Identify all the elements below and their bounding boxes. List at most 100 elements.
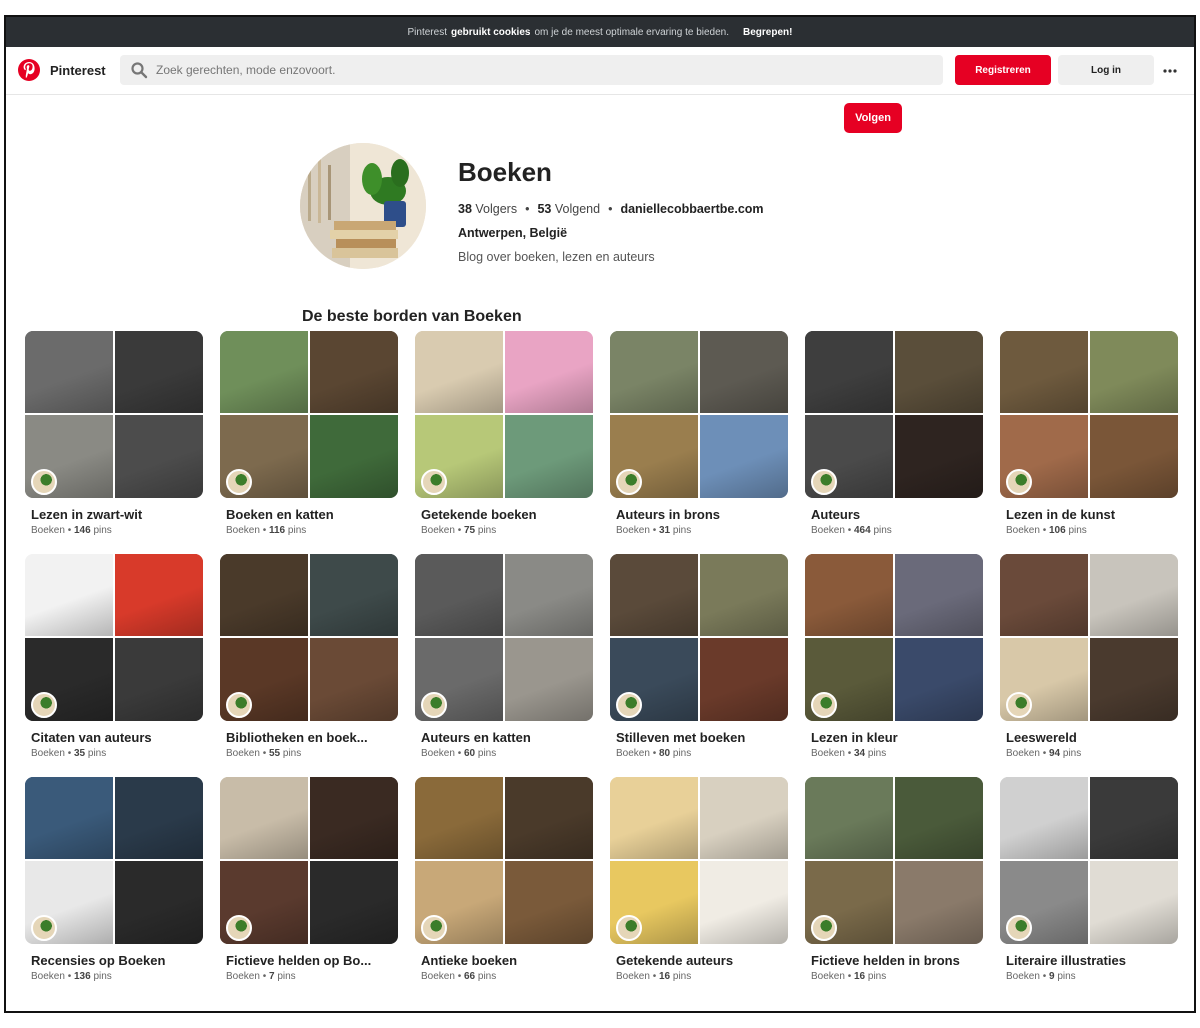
board-title[interactable]: Fictieve helden in brons bbox=[811, 953, 960, 968]
following-count[interactable]: 53 bbox=[537, 202, 551, 216]
board-cover-image bbox=[700, 415, 788, 498]
followers-label[interactable]: Volgers bbox=[475, 202, 517, 216]
board-owner: Boeken bbox=[616, 525, 650, 536]
board-card[interactable]: Lezen in zwart-wit Boeken • 146 pins bbox=[25, 331, 203, 539]
board-card[interactable]: Auteurs en katten Boeken • 60 pins bbox=[415, 554, 593, 762]
board-card[interactable]: Antieke boeken Boeken • 66 pins bbox=[415, 777, 593, 985]
board-card[interactable]: Getekende boeken Boeken • 75 pins bbox=[415, 331, 593, 539]
board-title[interactable]: Recensies op Boeken bbox=[31, 953, 165, 968]
board-owner: Boeken bbox=[1006, 748, 1040, 759]
board-card[interactable]: Auteurs Boeken • 464 pins bbox=[805, 331, 983, 539]
board-cover[interactable] bbox=[805, 331, 983, 498]
board-title[interactable]: Lezen in kleur bbox=[811, 730, 898, 745]
board-card[interactable]: Literaire illustraties Boeken • 9 pins bbox=[1000, 777, 1178, 985]
board-title[interactable]: Antieke boeken bbox=[421, 953, 517, 968]
search-input[interactable] bbox=[156, 63, 916, 77]
board-title[interactable]: Fictieve helden op Bo... bbox=[226, 953, 371, 968]
board-cover[interactable] bbox=[610, 554, 788, 721]
pinterest-logo-icon[interactable] bbox=[18, 59, 40, 81]
board-card[interactable]: Getekende auteurs Boeken • 16 pins bbox=[610, 777, 788, 985]
board-title[interactable]: Auteurs bbox=[811, 507, 860, 522]
board-meta: Boeken • 9 pins bbox=[1006, 971, 1076, 982]
board-card[interactable]: Boeken en katten Boeken • 116 pins bbox=[220, 331, 398, 539]
register-button[interactable]: Registreren bbox=[955, 55, 1051, 85]
board-cover-image bbox=[1090, 554, 1178, 636]
more-dots-icon[interactable] bbox=[1160, 61, 1180, 81]
board-pins-label: pins bbox=[87, 748, 107, 759]
cookie-accept-link[interactable]: Begrepen! bbox=[743, 27, 792, 38]
board-card[interactable]: Lezen in de kunst Boeken • 106 pins bbox=[1000, 331, 1178, 539]
board-title[interactable]: Literaire illustraties bbox=[1006, 953, 1126, 968]
board-cover[interactable] bbox=[220, 331, 398, 498]
board-card[interactable]: Fictieve helden in brons Boeken • 16 pins bbox=[805, 777, 983, 985]
profile-location: Antwerpen, België bbox=[458, 226, 568, 240]
board-title[interactable]: Getekende boeken bbox=[421, 507, 537, 522]
board-owner: Boeken bbox=[811, 748, 845, 759]
board-title[interactable]: Bibliotheken en boek... bbox=[226, 730, 368, 745]
board-card[interactable]: Lezen in kleur Boeken • 34 pins bbox=[805, 554, 983, 762]
board-card[interactable]: Fictieve helden op Bo... Boeken • 7 pins bbox=[220, 777, 398, 985]
board-title[interactable]: Auteurs en katten bbox=[421, 730, 531, 745]
board-pin-count: 9 bbox=[1048, 971, 1055, 982]
profile-stats: 38 Volgers • 53 Volgend • daniellecobbaertbe… bbox=[458, 202, 764, 216]
board-card[interactable]: Bibliotheken en boek... Boeken • 55 pins bbox=[220, 554, 398, 762]
board-meta-separator: • bbox=[649, 971, 659, 982]
website-link[interactable]: daniellecobbaertbe.com bbox=[620, 202, 763, 216]
board-card[interactable]: Auteurs in brons Boeken • 31 pins bbox=[610, 331, 788, 539]
board-title[interactable]: Lezen in de kunst bbox=[1006, 507, 1115, 522]
board-cover[interactable] bbox=[610, 331, 788, 498]
board-cover[interactable] bbox=[220, 777, 398, 944]
section-title: De beste borden van Boeken bbox=[302, 308, 522, 325]
board-cover[interactable] bbox=[1000, 331, 1178, 498]
board-meta: Boeken • 60 pins bbox=[421, 748, 496, 759]
board-pins-label: pins bbox=[477, 971, 497, 982]
board-cover[interactable] bbox=[1000, 554, 1178, 721]
board-pins-label: pins bbox=[672, 971, 692, 982]
following-label[interactable]: Volgend bbox=[555, 202, 600, 216]
board-cover[interactable] bbox=[415, 777, 593, 944]
board-cover-image bbox=[505, 777, 593, 859]
followers-count[interactable]: 38 bbox=[458, 202, 472, 216]
board-cover-image bbox=[610, 331, 698, 413]
board-owner: Boeken bbox=[226, 971, 260, 982]
stats-separator: • bbox=[608, 202, 613, 216]
login-button[interactable]: Log in bbox=[1058, 55, 1154, 85]
board-owner-avatar bbox=[1006, 915, 1032, 941]
board-title[interactable]: Citaten van auteurs bbox=[31, 730, 152, 745]
board-title[interactable]: Leeswereld bbox=[1006, 730, 1077, 745]
board-cover-image bbox=[310, 777, 398, 859]
board-card[interactable]: Stilleven met boeken Boeken • 80 pins bbox=[610, 554, 788, 762]
board-cover[interactable] bbox=[610, 777, 788, 944]
board-cover[interactable] bbox=[220, 554, 398, 721]
board-cover[interactable] bbox=[415, 331, 593, 498]
board-cover[interactable] bbox=[805, 554, 983, 721]
board-cover[interactable] bbox=[25, 777, 203, 944]
board-cover[interactable] bbox=[25, 554, 203, 721]
board-title[interactable]: Boeken en katten bbox=[226, 507, 334, 522]
board-meta: Boeken • 34 pins bbox=[811, 748, 886, 759]
search-bar[interactable] bbox=[120, 55, 943, 85]
board-cover[interactable] bbox=[1000, 777, 1178, 944]
board-owner: Boeken bbox=[31, 525, 65, 536]
board-title[interactable]: Stilleven met boeken bbox=[616, 730, 745, 745]
stats-separator: • bbox=[525, 202, 530, 216]
board-cover[interactable] bbox=[25, 331, 203, 498]
board-card[interactable]: Citaten van auteurs Boeken • 35 pins bbox=[25, 554, 203, 762]
board-cover[interactable] bbox=[415, 554, 593, 721]
board-card[interactable]: Recensies op Boeken Boeken • 136 pins bbox=[25, 777, 203, 985]
board-pin-count: 55 bbox=[268, 748, 281, 759]
board-cover[interactable] bbox=[805, 777, 983, 944]
board-title[interactable]: Getekende auteurs bbox=[616, 953, 733, 968]
board-cover-image bbox=[1090, 777, 1178, 859]
brand-name[interactable]: Pinterest bbox=[50, 63, 106, 78]
board-pin-count: 146 bbox=[73, 525, 91, 536]
board-owner-avatar bbox=[421, 469, 447, 495]
board-pins-label: pins bbox=[477, 748, 497, 759]
board-title[interactable]: Lezen in zwart-wit bbox=[31, 507, 142, 522]
header: Pinterest Registreren Log in bbox=[6, 47, 1194, 95]
board-card[interactable]: Leeswereld Boeken • 94 pins bbox=[1000, 554, 1178, 762]
board-meta-separator: • bbox=[454, 748, 464, 759]
board-pin-count: 34 bbox=[853, 748, 866, 759]
follow-button[interactable]: Volgen bbox=[844, 103, 902, 133]
board-title[interactable]: Auteurs in brons bbox=[616, 507, 720, 522]
